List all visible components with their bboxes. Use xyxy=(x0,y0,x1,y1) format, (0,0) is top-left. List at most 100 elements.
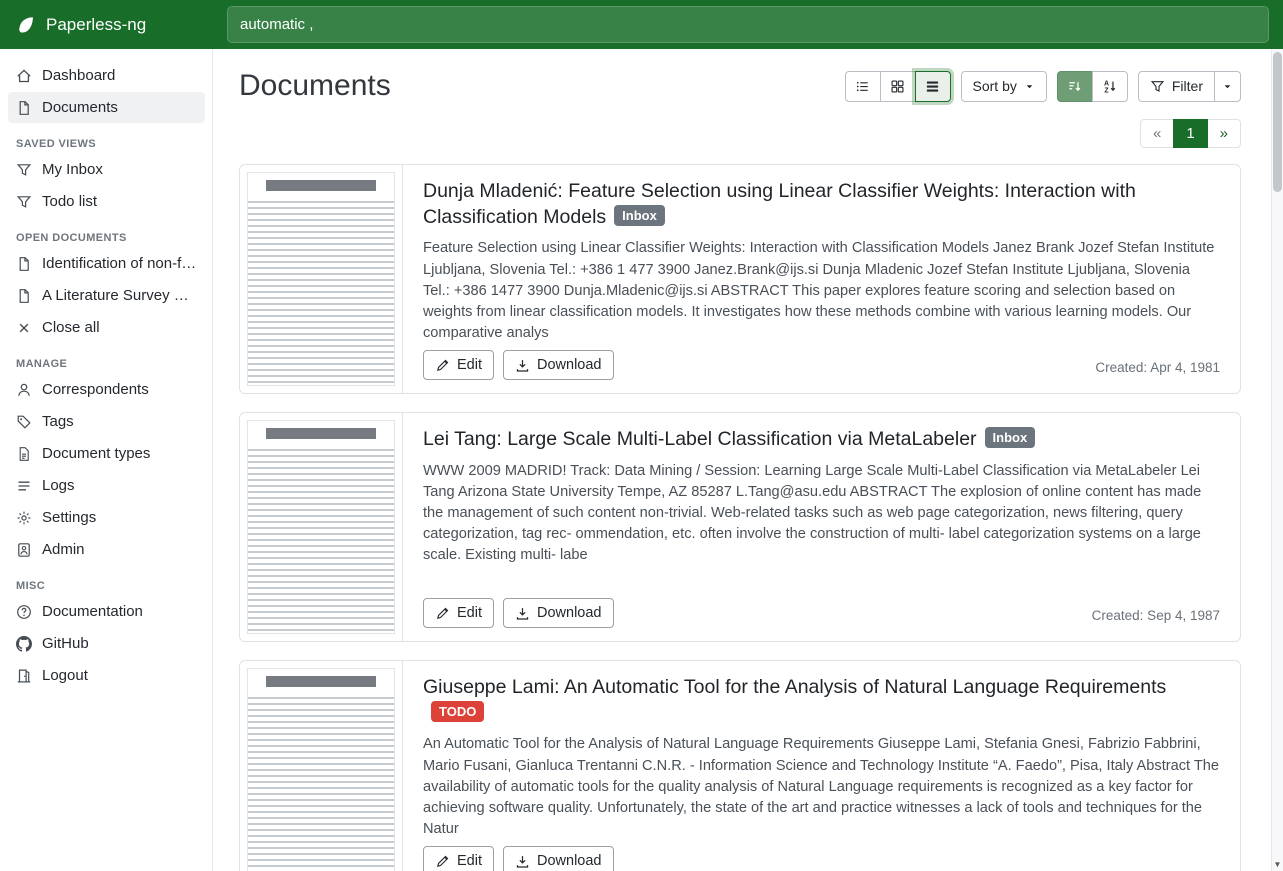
paperless-logo-icon xyxy=(15,14,37,36)
sidebar-item-github[interactable]: GitHub xyxy=(8,628,205,659)
sidebar-item-my-inbox[interactable]: My Inbox xyxy=(8,154,205,185)
document-thumbnail[interactable] xyxy=(240,413,403,641)
sidebar-item-documents[interactable]: Documents xyxy=(8,92,205,123)
scrollbar-thumb[interactable] xyxy=(1273,52,1282,192)
sidebar-close-all[interactable]: Close all xyxy=(8,312,205,343)
filter-dropdown-toggle[interactable] xyxy=(1214,71,1241,102)
dashboard-house-icon xyxy=(16,68,32,84)
sidebar-item-label: GitHub xyxy=(42,635,89,652)
download-button[interactable]: Download xyxy=(503,846,614,871)
funnel-icon xyxy=(1150,79,1165,94)
sort-by-dropdown-button[interactable]: Sort by xyxy=(961,71,1047,102)
sort-by-label: Sort by xyxy=(973,78,1017,94)
sidebar-item-label: Settings xyxy=(42,509,96,526)
details-view-icon xyxy=(925,79,940,94)
app-title: Paperless-ng xyxy=(46,15,146,35)
question-circle-icon xyxy=(16,604,32,620)
document-title-row: Lei Tang: Large Scale Multi-Label Classi… xyxy=(423,427,1220,453)
misc-heading: MISC xyxy=(0,580,213,592)
sidebar-item-label: Tags xyxy=(42,413,74,430)
manage-heading: MANAGE xyxy=(0,358,213,370)
sidebar-item-label: Close all xyxy=(42,319,100,336)
scrollbar[interactable]: ▼ xyxy=(1271,49,1283,871)
thumbnail-page xyxy=(247,172,395,386)
sidebar-item-label: Document types xyxy=(42,445,150,462)
filter-button[interactable]: Filter xyxy=(1138,71,1215,102)
sidebar-item-logout[interactable]: Logout xyxy=(8,660,205,691)
app-brand[interactable]: Paperless-ng xyxy=(0,0,213,49)
list-view-button[interactable] xyxy=(845,71,881,102)
download-label: Download xyxy=(537,853,602,869)
sidebar-item-settings[interactable]: Settings xyxy=(8,502,205,533)
document-card: Dunja Mladenić: Feature Selection using … xyxy=(239,164,1241,394)
document-card-body: Dunja Mladenić: Feature Selection using … xyxy=(403,165,1240,393)
sidebar-item-logs[interactable]: Logs xyxy=(8,470,205,501)
pagination-page-1[interactable]: 1 xyxy=(1173,119,1207,148)
document-title-link[interactable]: Lei Tang: Large Scale Multi-Label Classi… xyxy=(423,428,977,450)
sidebar-item-label: Dashboard xyxy=(42,67,115,84)
sidebar-item-documentation[interactable]: Documentation xyxy=(8,596,205,627)
created-date: Created: Apr 4, 1981 xyxy=(1095,360,1220,375)
global-search-input[interactable] xyxy=(227,6,1269,43)
chevron-down-icon xyxy=(1222,81,1233,92)
pagination-next[interactable]: » xyxy=(1207,119,1241,148)
sidebar-open-document-2[interactable]: A Literature Survey on ... xyxy=(8,280,205,311)
sidebar-item-label: Logout xyxy=(42,667,88,684)
document-title-link[interactable]: Dunja Mladenić: Feature Selection using … xyxy=(423,180,1136,228)
tag-badge[interactable]: Inbox xyxy=(985,427,1036,448)
download-icon xyxy=(515,358,530,373)
sidebar-item-label: Todo list xyxy=(42,193,97,210)
sidebar-item-document-types[interactable]: Document types xyxy=(8,438,205,469)
download-button[interactable]: Download xyxy=(503,350,614,380)
tag-badge[interactable]: TODO xyxy=(431,701,484,722)
scroll-down-arrow[interactable]: ▼ xyxy=(1272,860,1283,870)
edit-button[interactable]: Edit xyxy=(423,598,494,628)
edit-button[interactable]: Edit xyxy=(423,350,494,380)
grid-view-icon xyxy=(890,79,905,94)
sort-alphabetical-button[interactable] xyxy=(1092,71,1128,102)
sort-descending-button[interactable] xyxy=(1057,71,1093,102)
edit-label: Edit xyxy=(457,853,482,869)
document-title-row: Giuseppe Lami: An Automatic Tool for the… xyxy=(423,675,1220,726)
sidebar-item-admin[interactable]: Admin xyxy=(8,534,205,565)
document-title-link[interactable]: Giuseppe Lami: An Automatic Tool for the… xyxy=(423,676,1166,698)
download-button[interactable]: Download xyxy=(503,598,614,628)
sidebar-item-correspondents[interactable]: Correspondents xyxy=(8,374,205,405)
tag-badge[interactable]: Inbox xyxy=(614,205,665,226)
document-excerpt: An Automatic Tool for the Analysis of Na… xyxy=(423,734,1220,840)
edit-label: Edit xyxy=(457,357,482,373)
sidebar-item-label: Admin xyxy=(42,541,85,558)
sidebar-item-tags[interactable]: Tags xyxy=(8,406,205,437)
details-view-button[interactable] xyxy=(915,71,951,102)
gear-icon xyxy=(16,510,32,526)
sidebar-open-document-1[interactable]: Identification of non-fu... xyxy=(8,248,205,279)
toolbar-controls: Sort by Filter xyxy=(845,71,1241,102)
grid-view-button[interactable] xyxy=(880,71,916,102)
sidebar-item-label: Documentation xyxy=(42,603,143,620)
main-content: Documents Sort by xyxy=(213,49,1271,871)
document-card: Giuseppe Lami: An Automatic Tool for the… xyxy=(239,660,1241,871)
thumbnail-page xyxy=(247,668,395,871)
funnel-icon xyxy=(16,162,32,178)
filter-button-group: Filter xyxy=(1138,71,1241,102)
thumbnail-page xyxy=(247,420,395,634)
document-excerpt: WWW 2009 MADRID! Track: Data Mining / Se… xyxy=(423,461,1220,567)
download-label: Download xyxy=(537,605,602,621)
pencil-icon xyxy=(435,358,450,373)
sidebar-item-dashboard[interactable]: Dashboard xyxy=(8,60,205,91)
document-title-row: Dunja Mladenić: Feature Selection using … xyxy=(423,179,1220,230)
view-toggle-group xyxy=(845,71,951,102)
document-excerpt: Feature Selection using Linear Classifie… xyxy=(423,238,1220,344)
sidebar-item-label: My Inbox xyxy=(42,161,103,178)
funnel-icon xyxy=(16,194,32,210)
person-badge-icon xyxy=(16,542,32,558)
sidebar-item-label: Documents xyxy=(42,99,118,116)
pagination-prev[interactable]: « xyxy=(1140,119,1174,148)
sidebar-item-todo-list[interactable]: Todo list xyxy=(8,186,205,217)
pencil-icon xyxy=(435,854,450,869)
list-lines-icon xyxy=(16,478,32,494)
document-thumbnail[interactable] xyxy=(240,165,403,393)
edit-button[interactable]: Edit xyxy=(423,846,494,871)
document-thumbnail[interactable] xyxy=(240,661,403,871)
person-icon xyxy=(16,382,32,398)
